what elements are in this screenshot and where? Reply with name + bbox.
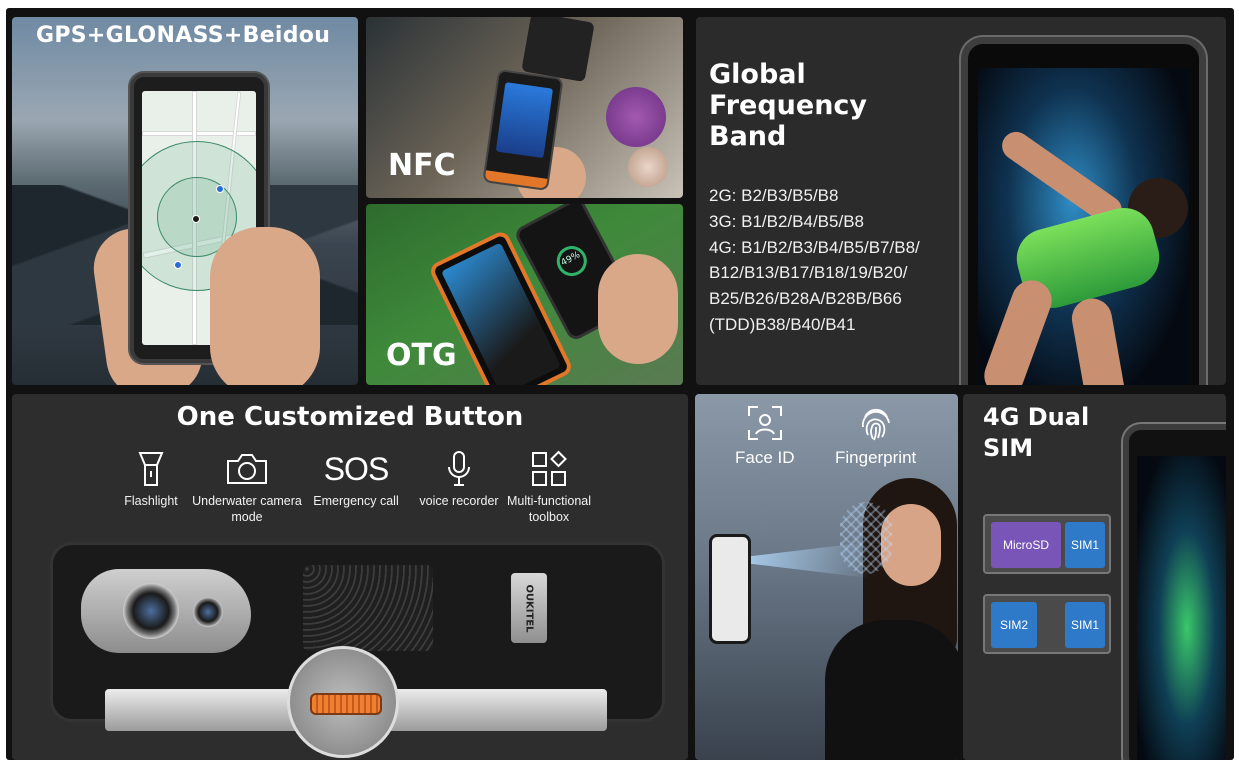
scan-beam — [749, 542, 869, 578]
toolbox-icon — [494, 448, 604, 490]
microsd-slot: MicroSD — [991, 522, 1061, 568]
payment-terminal-keypad — [521, 17, 595, 83]
product-feature-collage: GPS+GLONASS+Beidou NFC 49% OTG Global Fr… — [0, 0, 1239, 762]
feature-toolbox: Multi-functional toolbox — [494, 448, 604, 525]
flower-decoration — [628, 147, 668, 187]
map-pin-icon — [216, 185, 224, 193]
selfie-phone — [709, 534, 751, 644]
flower-decoration — [606, 87, 666, 147]
dual-sim-title: 4G Dual SIM — [983, 403, 1090, 462]
secondary-lens — [193, 597, 223, 627]
camera-module — [81, 569, 251, 653]
custom-button-highlight — [310, 693, 382, 715]
nfc-panel: NFC — [366, 17, 683, 198]
athlete-leg — [978, 274, 1058, 385]
band-2g: 2G: B2/B3/B5/B8 — [709, 186, 839, 205]
location-dot-icon — [192, 215, 200, 223]
brand-plate: OUKITEL — [511, 573, 547, 643]
gps-panel: GPS+GLONASS+Beidou — [12, 17, 358, 385]
woman-body — [825, 620, 958, 760]
main-camera-lens — [123, 583, 179, 639]
sim-tray-2: SIM2 SIM1 — [983, 594, 1111, 654]
face-id-feature: Face ID — [735, 402, 795, 468]
fingerprint-feature: Fingerprint — [835, 402, 916, 468]
custom-button-title: One Customized Button — [176, 402, 524, 432]
nfc-screen — [495, 82, 554, 159]
side-phone-screen — [1137, 456, 1226, 760]
band-tdd: (TDD)B38/B40/B41 — [709, 314, 856, 334]
frequency-title: Global Frequency Band — [709, 59, 868, 152]
flashlight-icon — [96, 448, 206, 490]
hand — [598, 254, 678, 364]
speaker-grille — [303, 565, 433, 651]
button-magnifier — [287, 646, 399, 758]
band-4g: 4G: B1/B2/B3/B4/B5/B7/B8/ — [709, 237, 920, 257]
band-4g-cont: B12/B13/B17/B18/19/B20/ — [709, 263, 908, 283]
nfc-label: NFC — [388, 148, 456, 183]
feature-camera: Underwater camera mode — [192, 448, 302, 525]
gps-title: GPS+GLONASS+Beidou — [36, 23, 331, 48]
otg-label: OTG — [386, 338, 457, 373]
fingerprint-icon — [835, 402, 916, 444]
large-phone — [961, 37, 1206, 385]
dual-sim-panel: 4G Dual SIM MicroSD SIM1 SIM2 SIM1 — [963, 394, 1226, 760]
sim1-slot: SIM1 — [1065, 522, 1105, 568]
hand-right — [210, 227, 320, 385]
sim-tray-1: MicroSD SIM1 — [983, 514, 1111, 574]
athlete-leg — [1068, 295, 1128, 385]
sim1-slot: SIM1 — [1065, 602, 1105, 648]
athlete-wallpaper — [978, 68, 1189, 385]
sos-icon: SOS — [323, 450, 390, 487]
feature-sos: SOS Emergency call — [301, 448, 411, 509]
map-pin-icon — [174, 261, 182, 269]
feature-flashlight: Flashlight — [96, 448, 206, 509]
custom-button-panel: One Customized Button Flashlight Underwa… — [12, 394, 688, 760]
band-3g: 3G: B1/B2/B4/B5/B8 — [709, 211, 864, 231]
camera-icon — [192, 448, 302, 490]
band-4g-cont: B25/B26/B28A/B28B/B66 — [709, 289, 902, 309]
sim2-slot: SIM2 — [991, 602, 1037, 648]
face-id-icon — [735, 402, 795, 444]
side-phone — [1123, 424, 1226, 760]
frequency-panel: Global Frequency Band 2G: B2/B3/B5/B8 3G… — [696, 17, 1226, 385]
biometrics-panel: Face ID Fingerprint — [695, 394, 958, 760]
otg-panel: 49% OTG — [366, 204, 683, 385]
orange-accent — [484, 170, 548, 189]
band-list: 2G: B2/B3/B5/B8 3G: B1/B2/B4/B5/B8 4G: B… — [709, 183, 959, 338]
